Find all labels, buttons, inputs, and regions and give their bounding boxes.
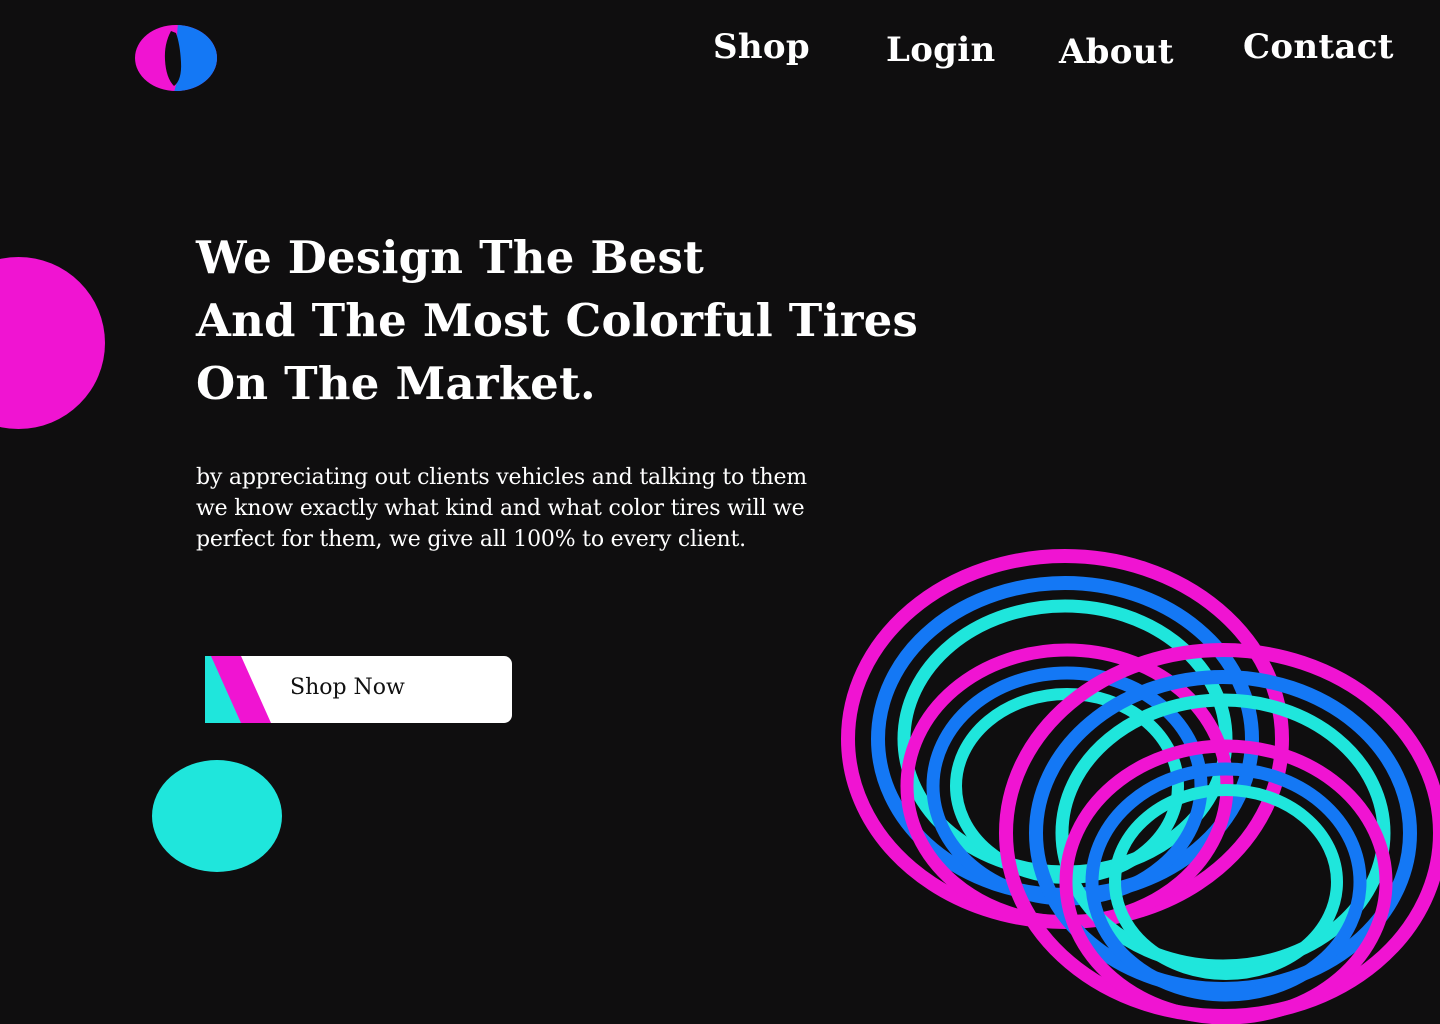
nav-about-link[interactable]: About — [1059, 35, 1174, 69]
hero-description: by appreciating out clients vehicles and… — [196, 462, 807, 555]
tire-rings-illustration — [841, 549, 1440, 1024]
hero-description-line: by appreciating out clients vehicles and… — [196, 465, 807, 490]
decorative-magenta-circle — [0, 257, 105, 429]
hero-headline-line: On The Market. — [196, 357, 596, 410]
decorative-cyan-circle — [152, 760, 282, 872]
tire-logo-icon — [135, 25, 217, 91]
brand-logo[interactable] — [134, 24, 218, 92]
hero-headline: We Design The Best And The Most Colorful… — [196, 226, 918, 415]
tire-ring-set — [1059, 739, 1393, 1024]
hero-description-line: perfect for them, we give all 100% to ev… — [196, 527, 746, 552]
nav-login-link[interactable]: Login — [886, 33, 996, 67]
shop-now-button[interactable]: Shop Now — [205, 656, 512, 723]
shop-now-label: Shop Now — [290, 675, 405, 700]
stripe-accent-icon — [205, 656, 271, 723]
hero-headline-line: We Design The Best — [196, 231, 704, 284]
nav-contact-link[interactable]: Contact — [1243, 30, 1394, 64]
hero-headline-line: And The Most Colorful Tires — [196, 294, 919, 347]
hero-description-line: we know exactly what kind and what color… — [196, 496, 805, 521]
nav-shop-link[interactable]: Shop — [713, 30, 810, 64]
